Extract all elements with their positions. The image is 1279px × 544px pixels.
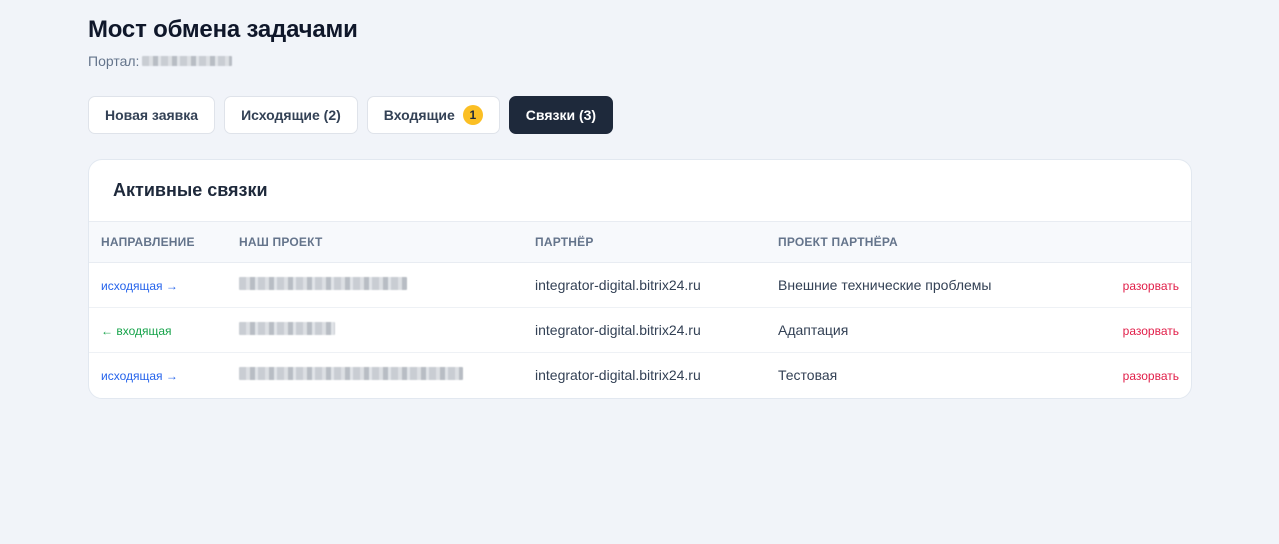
tabs: Новая заявка Исходящие (2) Входящие 1 Св… (88, 96, 1192, 134)
tab-incoming[interactable]: Входящие 1 (366, 96, 500, 134)
partner-cell: integrator-digital.bitrix24.ru (523, 307, 766, 353)
unlink-button[interactable]: разорвать (1123, 369, 1179, 383)
page: Мост обмена задачами Портал: Новая заявк… (88, 16, 1192, 399)
tab-links[interactable]: Связки (3) (508, 96, 614, 134)
column-header-partner-project: Проект партнёра (766, 221, 1101, 263)
table-row: ← входящая integrator-digital.bitrix24.r… (89, 307, 1191, 353)
direction-label: исходящая → (101, 369, 178, 384)
tab-label: Новая заявка (105, 107, 199, 123)
column-header-actions (1101, 221, 1191, 263)
column-header-partner: Партнёр (523, 221, 766, 263)
unlink-button[interactable]: разорвать (1123, 324, 1179, 338)
card-title: Активные связки (113, 180, 268, 200)
partner-cell: integrator-digital.bitrix24.ru (523, 352, 766, 398)
direction-label: ← входящая (101, 324, 172, 338)
page-title: Мост обмена задачами (88, 16, 358, 43)
tab-outgoing[interactable]: Исходящие (2) (224, 96, 358, 134)
column-header-our-project: Наш проект (227, 221, 523, 263)
tab-label: Исходящие (2) (241, 107, 341, 123)
partner-project-cell: Тестовая (766, 352, 1101, 398)
portal-name-redacted (142, 56, 233, 66)
table-row: исходящая → integrator-digital.bitrix24.… (89, 352, 1191, 398)
column-header-direction: Направление (89, 221, 227, 263)
portal-label: Портал: (88, 53, 140, 69)
our-project-redacted (239, 277, 407, 290)
unlink-button[interactable]: разорвать (1123, 279, 1179, 293)
partner-project-cell: Внешние технические проблемы (778, 277, 992, 293)
table-header-row: Направление Наш проект Партнёр Проект па… (89, 221, 1191, 263)
active-links-card: Активные связки Направление Наш проект П… (88, 159, 1192, 399)
partner-project-cell: Адаптация (766, 307, 1101, 353)
our-project-redacted (239, 322, 335, 335)
tab-label: Связки (3) (525, 107, 597, 123)
incoming-count-badge: 1 (462, 105, 483, 125)
portal-line: Портал: (88, 52, 1192, 70)
partner-cell: integrator-digital.bitrix24.ru (535, 277, 701, 293)
table-row: исходящая → integrator-digital.bitrix24.… (89, 263, 1191, 308)
tab-label: Входящие (383, 107, 455, 123)
tab-new-request[interactable]: Новая заявка (88, 96, 216, 134)
links-table: Направление Наш проект Партнёр Проект па… (89, 221, 1191, 398)
our-project-redacted (239, 367, 463, 381)
direction-label: исходящая → (101, 279, 178, 293)
